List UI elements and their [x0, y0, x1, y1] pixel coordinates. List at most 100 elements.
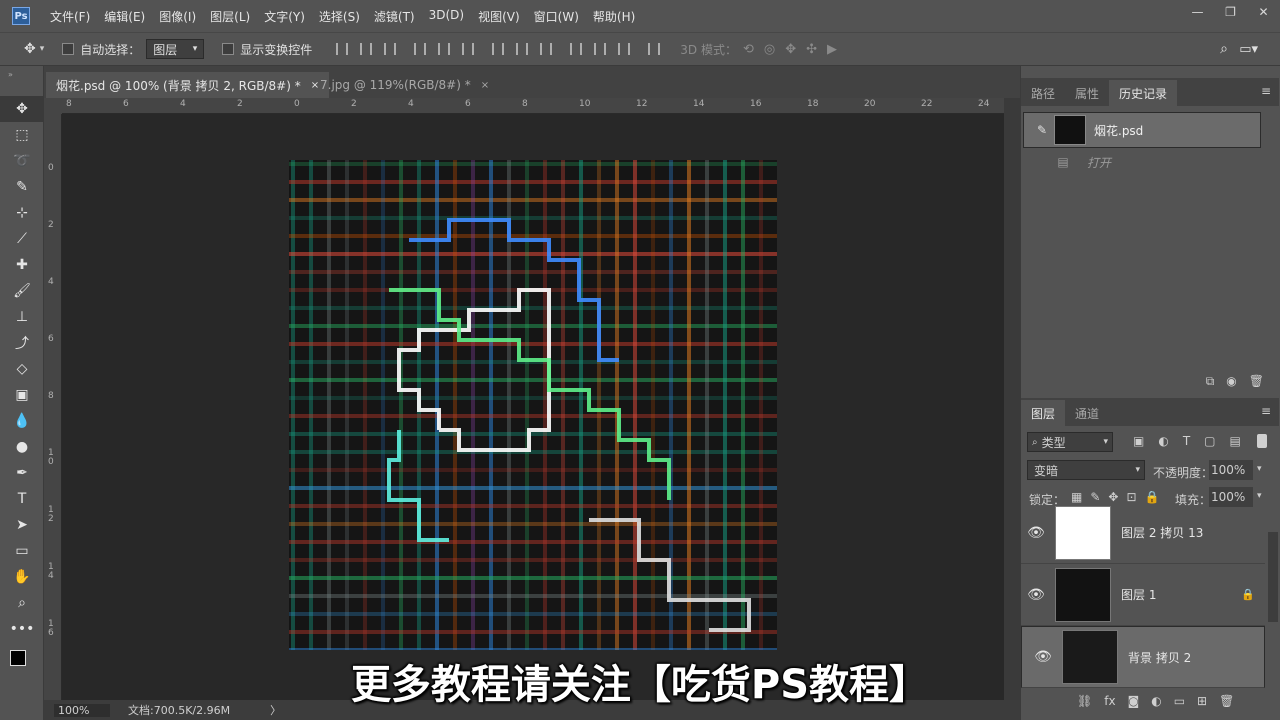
opacity-input[interactable]: 100%	[1209, 460, 1253, 480]
camera-icon[interactable]: ◉	[1226, 374, 1236, 389]
align-vcenter-icon[interactable]	[360, 43, 373, 55]
tab-layers[interactable]: 图层	[1021, 400, 1066, 426]
tab-history[interactable]: 历史记录	[1109, 80, 1178, 106]
blur-tool-icon[interactable]: 💧	[0, 408, 44, 434]
panel-menu-icon[interactable]: ≡	[1261, 84, 1271, 98]
crop-tool-icon[interactable]: ⊹	[0, 200, 44, 226]
menu-3d[interactable]: 3D(D)	[429, 8, 464, 25]
layer-filter-dropdown[interactable]: ⌕ 类型 ▾	[1027, 432, 1113, 452]
stamp-tool-icon[interactable]: ⊥	[0, 304, 44, 330]
menu-type[interactable]: 文字(Y)	[264, 8, 305, 25]
link-layers-icon[interactable]: ⛓	[1077, 694, 1092, 708]
history-brush-tool-icon[interactable]: ⤴	[0, 330, 44, 356]
zoom-tool-icon[interactable]: ⌕	[0, 590, 44, 616]
menu-filter[interactable]: 滤镜(T)	[374, 8, 415, 25]
adjustment-layer-icon[interactable]: ◐	[1151, 694, 1161, 708]
menu-image[interactable]: 图像(I)	[159, 8, 196, 25]
eraser-tool-icon[interactable]: ◇	[0, 356, 44, 382]
fx-icon[interactable]: fx	[1104, 694, 1115, 708]
mask-icon[interactable]: ◙	[1128, 694, 1140, 708]
path-select-tool-icon[interactable]: ➤	[0, 512, 44, 538]
restore-icon[interactable]: ❐	[1214, 0, 1247, 24]
distribute-vcenter-icon[interactable]	[516, 43, 529, 55]
shape-tool-icon[interactable]: ▭	[0, 538, 44, 564]
adjustment-filter-icon[interactable]: ◐	[1158, 434, 1170, 448]
tab-channels[interactable]: 通道	[1065, 400, 1109, 426]
new-layer-icon[interactable]: ⊞	[1197, 694, 1207, 708]
quick-select-tool-icon[interactable]: ✎	[0, 174, 44, 200]
pixel-filter-icon[interactable]: ▣	[1133, 434, 1146, 448]
align-right-icon[interactable]	[462, 43, 475, 55]
eye-icon[interactable]: 👁	[1021, 525, 1051, 541]
more-tools-icon[interactable]: •••	[0, 616, 44, 642]
eyedropper-tool-icon[interactable]: ⟋	[0, 226, 44, 252]
shape-filter-icon[interactable]: ▢	[1204, 434, 1217, 448]
menu-help[interactable]: 帮助(H)	[593, 8, 635, 25]
toolbox-collapse-icon[interactable]: »	[0, 66, 43, 96]
auto-align-icon[interactable]	[648, 43, 661, 55]
minimize-icon[interactable]: —	[1181, 0, 1214, 24]
marquee-tool-icon[interactable]: ⬚	[0, 122, 44, 148]
eye-icon[interactable]: 👁	[1028, 649, 1058, 665]
chevron-down-icon[interactable]: ▾	[1257, 464, 1262, 474]
workspace-icon[interactable]: ▭▾	[1239, 42, 1258, 57]
menu-select[interactable]: 选择(S)	[319, 8, 360, 25]
layer-row[interactable]: 👁 图层 2 拷贝 13	[1021, 502, 1265, 564]
layer-row[interactable]: 👁 背景 拷贝 2	[1021, 626, 1265, 688]
smart-object-filter-icon[interactable]: ▤	[1230, 434, 1243, 448]
trash-icon[interactable]: 🗑	[1249, 374, 1264, 389]
close-icon[interactable]: ×	[481, 80, 489, 91]
group-folder-icon[interactable]: ▭	[1174, 694, 1185, 708]
menu-file[interactable]: 文件(F)	[50, 8, 90, 25]
menu-view[interactable]: 视图(V)	[478, 8, 520, 25]
type-tool-icon[interactable]: T	[0, 486, 44, 512]
history-snapshot[interactable]: ✎ 烟花.psd	[1023, 112, 1261, 148]
healing-tool-icon[interactable]: ✚	[0, 252, 44, 278]
foreground-color-swatch[interactable]	[10, 650, 26, 666]
chevron-down-icon[interactable]: ▾	[40, 44, 45, 54]
trash-icon[interactable]: 🗑	[1219, 694, 1234, 708]
new-document-from-state-icon[interactable]: ⧉	[1206, 374, 1215, 389]
type-filter-icon[interactable]: T	[1183, 434, 1192, 448]
layer-row[interactable]: 👁 图层 1 🔒	[1021, 564, 1265, 626]
auto-select-dropdown[interactable]: 图层 ▾	[146, 39, 205, 59]
auto-select-checkbox[interactable]	[62, 43, 75, 55]
gradient-tool-icon[interactable]: ▣	[0, 382, 44, 408]
distribute-bottom-icon[interactable]	[540, 43, 553, 55]
tab-fireworks[interactable]: 烟花.psd @ 100% (背景 拷贝 2, RGB/8#) * ×	[46, 72, 330, 98]
blend-mode-dropdown[interactable]: 变暗 ▾	[1027, 460, 1145, 480]
menu-layer[interactable]: 图层(L)	[210, 8, 250, 25]
show-transform-checkbox[interactable]	[222, 43, 235, 55]
brush-tool-icon[interactable]: 🖌	[0, 278, 44, 304]
panel-menu-icon[interactable]: ≡	[1261, 404, 1271, 418]
distribute-hcenter-icon[interactable]	[594, 43, 607, 55]
tab-paths[interactable]: 路径	[1021, 80, 1065, 106]
layers-scrollbar[interactable]	[1268, 532, 1278, 622]
lasso-tool-icon[interactable]: ➰	[0, 148, 44, 174]
close-icon[interactable]: ✕	[1247, 0, 1280, 24]
filter-toggle[interactable]	[1257, 434, 1267, 448]
dodge-tool-icon[interactable]: ●	[0, 434, 44, 460]
distribute-left-icon[interactable]	[570, 43, 583, 55]
pen-tool-icon[interactable]: ✒	[0, 460, 44, 486]
distribute-right-icon[interactable]	[618, 43, 631, 55]
search-icon[interactable]: ⌕	[1220, 41, 1228, 57]
distribute-top-icon[interactable]	[492, 43, 505, 55]
align-left-icon[interactable]	[414, 43, 427, 55]
document-canvas[interactable]	[289, 160, 781, 652]
move-tool-icon[interactable]: ✥	[0, 96, 44, 122]
eye-icon[interactable]: 👁	[1021, 587, 1051, 603]
move-tool-icon[interactable]: ✥	[24, 41, 36, 57]
vertical-scrollbar[interactable]	[1004, 98, 1020, 700]
tab-7jpg[interactable]: 7.jpg @ 119%(RGB/8#) * ×	[310, 72, 499, 98]
tab-properties[interactable]: 属性	[1065, 80, 1109, 106]
history-item[interactable]: ▤ 打开	[1023, 148, 1261, 176]
menu-edit[interactable]: 编辑(E)	[104, 8, 145, 25]
hand-tool-icon[interactable]: ✋	[0, 564, 44, 590]
align-hcenter-icon[interactable]	[438, 43, 451, 55]
menu-window[interactable]: 窗口(W)	[534, 8, 579, 25]
align-top-icon[interactable]	[336, 43, 349, 55]
chevron-down-icon[interactable]: ▾	[1257, 491, 1262, 501]
align-bottom-icon[interactable]	[384, 43, 397, 55]
zoom-level[interactable]: 100%	[54, 703, 110, 717]
